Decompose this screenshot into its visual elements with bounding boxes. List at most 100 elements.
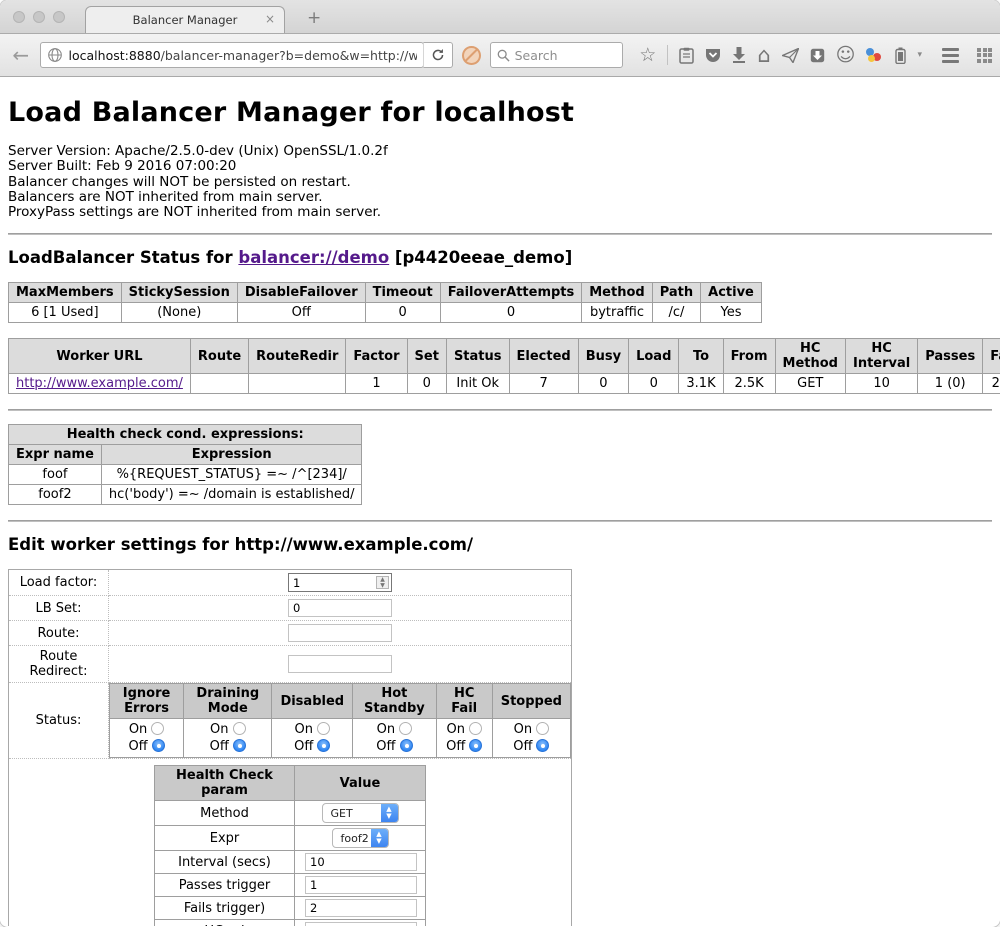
battery-icon[interactable] (895, 47, 906, 64)
tab-balancer-manager[interactable]: Balancer Manager × (85, 6, 285, 33)
pocket-icon[interactable] (705, 48, 721, 63)
hc-uri-input[interactable] (305, 922, 417, 926)
status-cell-hot-standby: On Off (353, 719, 437, 758)
col-hc-param: Health Check param (155, 766, 295, 801)
col-route: Route (190, 339, 248, 374)
number-spinner-icon[interactable]: ▲▼ (376, 576, 389, 589)
tab-close-icon[interactable]: × (265, 12, 275, 26)
disabled-off-radio[interactable] (317, 739, 330, 752)
hc-uri-row: HC uri (155, 920, 426, 926)
col-hc-fail: HC Fail (436, 684, 492, 719)
reload-icon (431, 48, 445, 62)
globe-icon (47, 47, 63, 63)
menu-hamburger-icon[interactable] (942, 48, 959, 63)
select-stepper-icon: ▲▼ (371, 828, 388, 848)
save-to-device-icon[interactable] (810, 48, 825, 63)
select-stepper-icon: ▲▼ (381, 803, 398, 823)
cell-hc-method: GET (775, 374, 845, 394)
window-close-button[interactable] (13, 11, 25, 23)
status-table: Ignore Errors Draining Mode Disabled Hot… (109, 683, 571, 758)
table-row: foof %{REQUEST_STATUS} =~ /^[234]/ (9, 465, 362, 485)
hc-fails-input[interactable] (305, 899, 417, 917)
cell-stickysession: (None) (121, 303, 237, 323)
hc-fail-on-radio[interactable] (469, 722, 482, 735)
cell-route (190, 374, 248, 394)
col-from: From (723, 339, 775, 374)
col-busy: Busy (578, 339, 628, 374)
cell-method: bytraffic (582, 303, 652, 323)
health-check-param-table: Health Check param Value Method GET▲▼ Ex… (154, 765, 426, 926)
hc-interval-row: Interval (secs) (155, 851, 426, 874)
cell-expression: %{REQUEST_STATUS} =~ /^[234]/ (101, 465, 362, 485)
search-bar[interactable] (490, 42, 624, 68)
back-button[interactable]: ← (8, 42, 34, 68)
toolbar-icons: ☆ ⌂ ☺ ▾ (639, 45, 922, 66)
col-disablefailover: DisableFailover (237, 283, 365, 303)
col-stickysession: StickySession (121, 283, 237, 303)
hc-expr-select[interactable]: foof2▲▼ (332, 828, 389, 848)
ignore-errors-off-radio[interactable] (152, 739, 165, 752)
home-icon[interactable]: ⌂ (757, 45, 770, 66)
hc-method-select[interactable]: GET▲▼ (322, 803, 399, 823)
hc-method-row: Method GET▲▼ (155, 801, 426, 826)
route-redirect-row: Route Redirect: (9, 646, 572, 683)
health-check-expressions-table: Health check cond. expressions: Expr nam… (8, 424, 362, 505)
hc-uri-label: HC uri (155, 920, 295, 926)
reload-button[interactable] (423, 42, 452, 68)
worker-url-link[interactable]: http://www.example.com/ (16, 376, 183, 391)
new-tab-button[interactable]: + (307, 8, 321, 28)
clipboard-icon[interactable] (679, 47, 694, 64)
col-draining-mode: Draining Mode (184, 684, 272, 719)
cell-elected: 7 (509, 374, 578, 394)
stopped-on-radio[interactable] (536, 722, 549, 735)
col-path: Path (652, 283, 700, 303)
search-input[interactable] (515, 48, 611, 63)
route-input[interactable] (288, 624, 392, 642)
bookmark-star-icon[interactable]: ☆ (639, 46, 656, 65)
url-domain: localhost:8880 (69, 48, 161, 63)
disabled-on-radio[interactable] (317, 722, 330, 735)
colored-dots-icon[interactable] (866, 47, 884, 63)
draining-mode-on-radio[interactable] (233, 722, 246, 735)
col-hc-value: Value (295, 766, 426, 801)
ignore-errors-on-radio[interactable] (151, 722, 164, 735)
tab-bar: Balancer Manager × + (0, 0, 1000, 34)
hc-fails-label: Fails trigger) (155, 897, 295, 920)
chevron-down-icon[interactable]: ▾ (917, 50, 922, 60)
load-factor-label: Load factor: (9, 570, 109, 596)
divider (8, 409, 992, 411)
lb-set-row: LB Set: (9, 596, 572, 621)
content-blocked-icon[interactable] (462, 46, 481, 65)
status-cell-draining-mode: On Off (184, 719, 272, 758)
hot-standby-on-radio[interactable] (399, 722, 412, 735)
off-label: Off (376, 739, 395, 754)
divider (8, 233, 992, 235)
route-redirect-input[interactable] (288, 655, 392, 673)
hc-fail-off-radio[interactable] (469, 739, 482, 752)
url-bar[interactable]: localhost:8880/balancer-manager?b=demo&w… (40, 42, 425, 68)
on-label: On (514, 722, 532, 737)
on-label: On (377, 722, 395, 737)
hot-standby-off-radio[interactable] (400, 739, 413, 752)
col-timeout: Timeout (365, 283, 440, 303)
apps-grid-icon[interactable] (977, 48, 992, 63)
stopped-off-radio[interactable] (536, 739, 549, 752)
col-method: Method (582, 283, 652, 303)
on-label: On (210, 722, 228, 737)
hc-passes-input[interactable] (305, 876, 417, 894)
window-zoom-button[interactable] (53, 11, 65, 23)
download-icon[interactable] (732, 47, 746, 63)
draining-mode-off-radio[interactable] (233, 739, 246, 752)
hc-interval-input[interactable] (305, 853, 417, 871)
lb-set-input[interactable] (288, 599, 392, 617)
col-hc-interval: HC Interval (845, 339, 917, 374)
send-icon[interactable] (782, 48, 799, 63)
window-minimize-button[interactable] (33, 11, 45, 23)
chat-smiley-icon[interactable]: ☺ (836, 46, 856, 65)
status-cell-stopped: On Off (492, 719, 570, 758)
balancer-demo-link[interactable]: balancer://demo (238, 248, 389, 267)
status-heading-suffix: [p4420eeae_demo] (389, 248, 572, 267)
table-header-row: MaxMembers StickySession DisableFailover… (9, 283, 762, 303)
col-expression: Expression (101, 445, 362, 465)
col-hc-method: HC Method (775, 339, 845, 374)
